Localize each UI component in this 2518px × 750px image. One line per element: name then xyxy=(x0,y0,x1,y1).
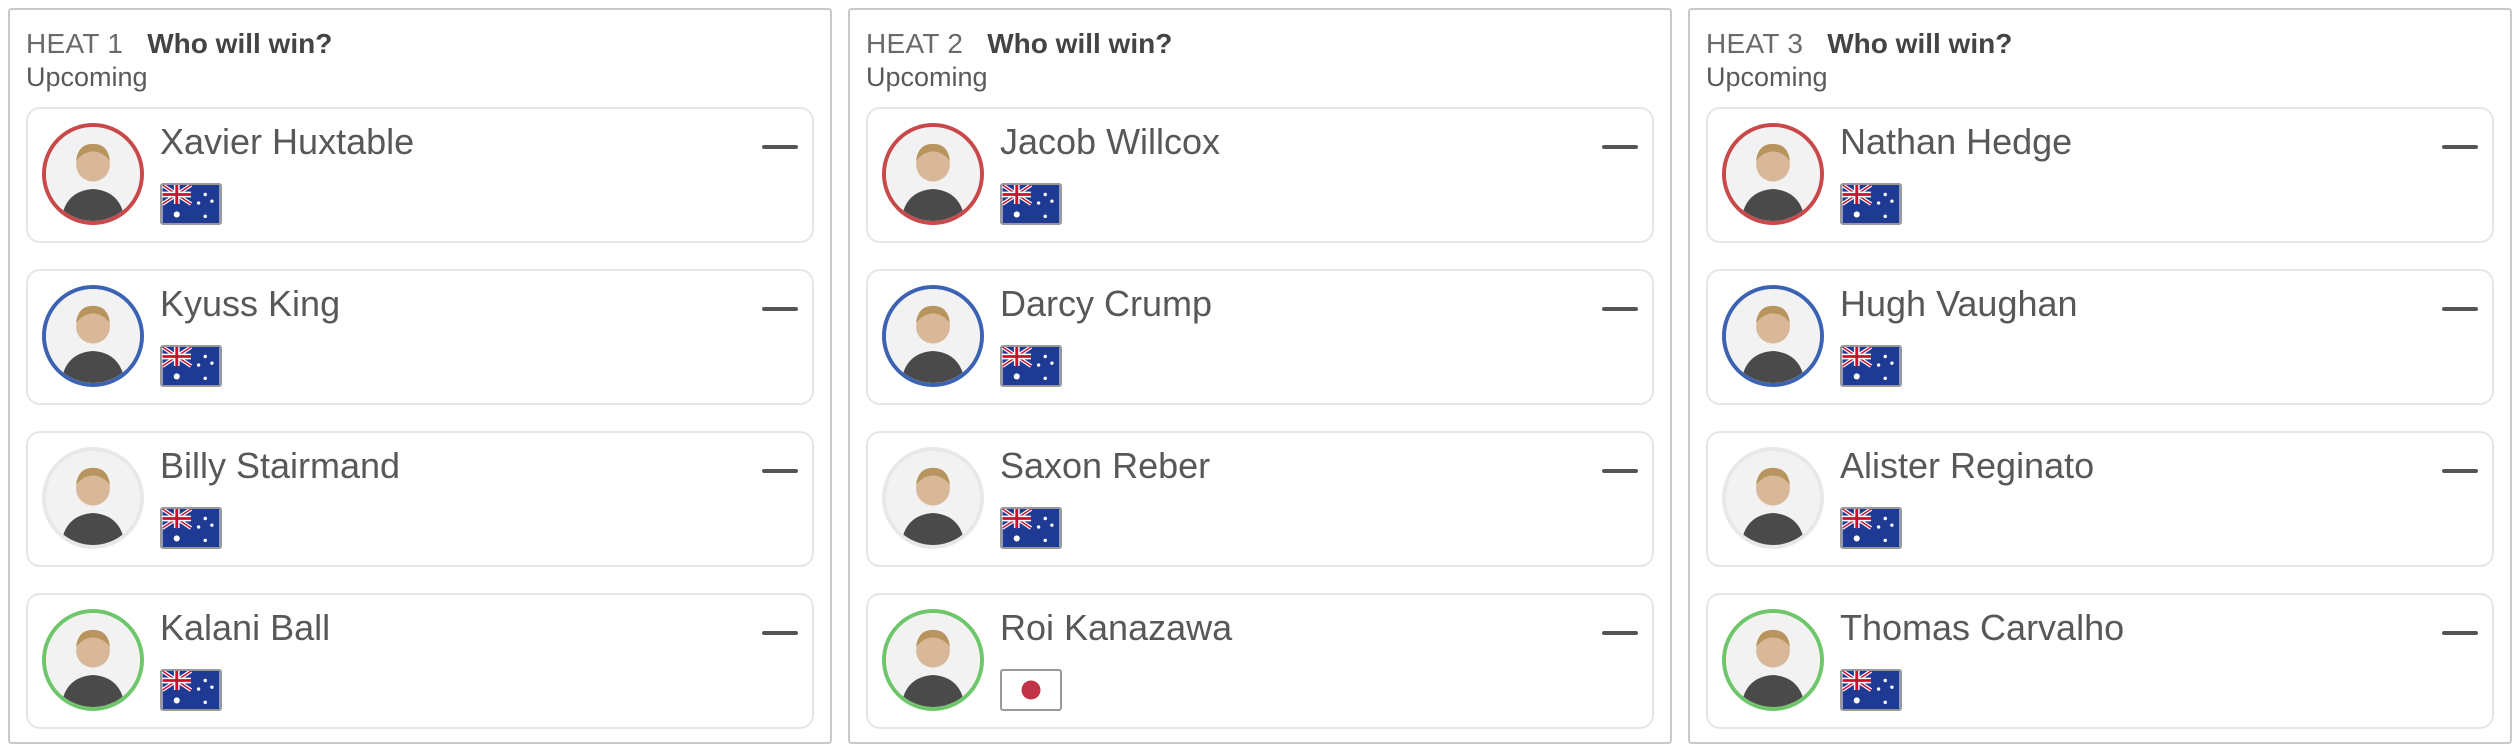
surfer-name: Billy Stairmand xyxy=(160,445,401,486)
australia-flag-icon xyxy=(1000,183,1062,225)
heat-question: Who will win? xyxy=(987,28,1173,59)
surfer-avatar xyxy=(1722,447,1824,549)
surfer-card[interactable]: Kalani Ball xyxy=(26,593,814,729)
heat-header: HEAT 1 Who will win? Upcoming xyxy=(26,28,332,93)
australia-flag-icon xyxy=(1840,345,1902,387)
no-score-dash-icon xyxy=(2442,631,2478,635)
heat-label: HEAT 3 xyxy=(1706,28,1804,59)
heat-label: HEAT 1 xyxy=(26,28,124,59)
no-score-dash-icon xyxy=(2442,307,2478,311)
heat-question: Who will win? xyxy=(1827,28,2013,59)
surfer-avatar xyxy=(1722,285,1824,387)
no-score-dash-icon xyxy=(762,307,798,311)
surfer-avatar xyxy=(882,609,984,711)
surfer-name: Thomas Carvalho xyxy=(1840,607,2125,648)
heat-status: Upcoming xyxy=(1706,62,1828,92)
surfer-card[interactable]: Nathan Hedge xyxy=(1706,107,2494,243)
no-score-dash-icon xyxy=(1602,469,1638,473)
australia-flag-icon xyxy=(160,345,222,387)
no-score-dash-icon xyxy=(762,631,798,635)
surfer-avatar xyxy=(1722,609,1824,711)
surfer-name: Darcy Crump xyxy=(1000,283,1213,324)
australia-flag-icon xyxy=(1000,507,1062,549)
surfer-card[interactable]: Roi Kanazawa xyxy=(866,593,1654,729)
australia-flag-icon xyxy=(160,507,222,549)
surfer-avatar xyxy=(882,285,984,387)
surfer-card[interactable]: Billy Stairmand xyxy=(26,431,814,567)
surfer-name: Jacob Willcox xyxy=(1000,121,1221,162)
surfer-name: Alister Reginato xyxy=(1840,445,2095,486)
australia-flag-icon xyxy=(160,669,222,711)
surfer-card[interactable]: Xavier Huxtable xyxy=(26,107,814,243)
surfer-name: Kyuss King xyxy=(160,283,341,324)
surfer-card[interactable]: Jacob Willcox xyxy=(866,107,1654,243)
no-score-dash-icon xyxy=(1602,145,1638,149)
surfer-card[interactable]: Hugh Vaughan xyxy=(1706,269,2494,405)
heat-panel-1: HEAT 1 Who will win? Upcoming Xavier Hux… xyxy=(8,8,832,744)
no-score-dash-icon xyxy=(762,145,798,149)
surfer-card[interactable]: Saxon Reber xyxy=(866,431,1654,567)
surfer-name: Saxon Reber xyxy=(1000,445,1211,486)
surfer-name: Xavier Huxtable xyxy=(160,121,415,162)
surfer-avatar xyxy=(42,285,144,387)
no-score-dash-icon xyxy=(1602,631,1638,635)
australia-flag-icon xyxy=(1840,507,1902,549)
heat-status: Upcoming xyxy=(26,62,148,92)
surfer-avatar xyxy=(882,447,984,549)
surfer-name: Kalani Ball xyxy=(160,607,331,648)
heat-status: Upcoming xyxy=(866,62,988,92)
surfer-avatar xyxy=(882,123,984,225)
surfer-card[interactable]: Thomas Carvalho xyxy=(1706,593,2494,729)
no-score-dash-icon xyxy=(1602,307,1638,311)
surfer-card[interactable]: Alister Reginato xyxy=(1706,431,2494,567)
heat-header: HEAT 3 Who will win? Upcoming xyxy=(1706,28,2012,93)
heat-panel-2: HEAT 2 Who will win? Upcoming Jacob Will… xyxy=(848,8,1672,744)
surfer-avatar xyxy=(42,123,144,225)
no-score-dash-icon xyxy=(762,469,798,473)
surfer-avatar xyxy=(42,609,144,711)
heat-header: HEAT 2 Who will win? Upcoming xyxy=(866,28,1172,93)
surfer-name: Hugh Vaughan xyxy=(1840,283,2078,324)
heat-panel-3: HEAT 3 Who will win? Upcoming Nathan Hed… xyxy=(1688,8,2512,744)
surfer-card[interactable]: Darcy Crump xyxy=(866,269,1654,405)
japan-flag-icon xyxy=(1000,669,1062,711)
surfer-avatar xyxy=(42,447,144,549)
surfer-name: Nathan Hedge xyxy=(1840,121,2073,162)
surfer-name: Roi Kanazawa xyxy=(1000,607,1233,648)
heat-question: Who will win? xyxy=(147,28,333,59)
no-score-dash-icon xyxy=(2442,469,2478,473)
surfer-avatar xyxy=(1722,123,1824,225)
heat-label: HEAT 2 xyxy=(866,28,964,59)
australia-flag-icon xyxy=(160,183,222,225)
australia-flag-icon xyxy=(1840,669,1902,711)
no-score-dash-icon xyxy=(2442,145,2478,149)
australia-flag-icon xyxy=(1000,345,1062,387)
australia-flag-icon xyxy=(1840,183,1902,225)
surfer-card[interactable]: Kyuss King xyxy=(26,269,814,405)
